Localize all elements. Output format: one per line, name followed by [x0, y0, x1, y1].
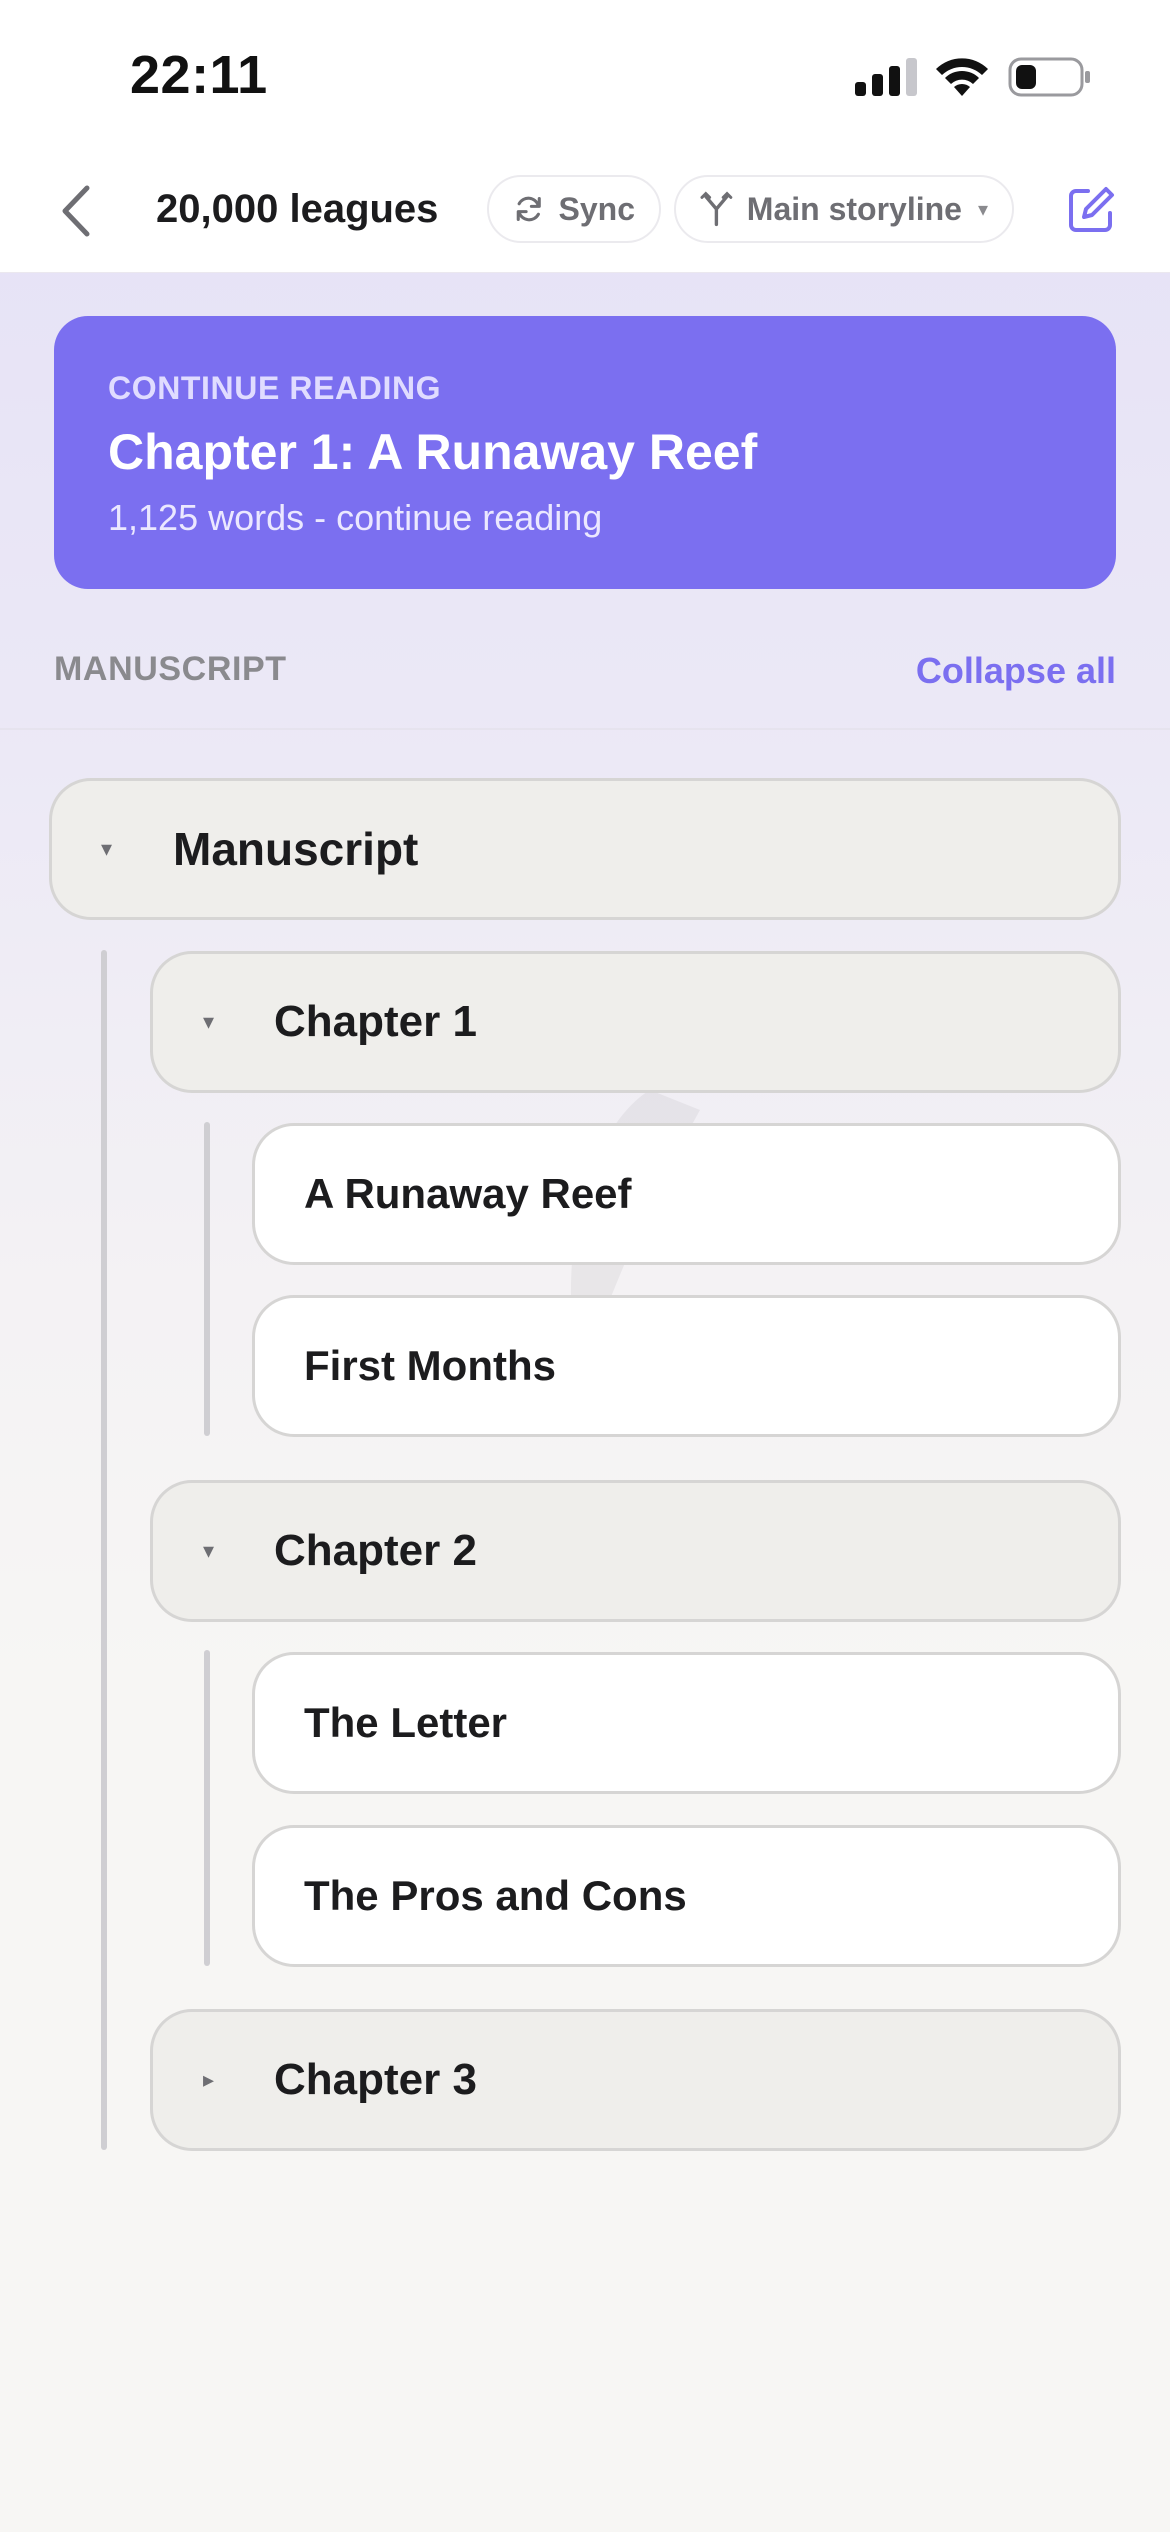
tree-row-manuscript[interactable]: ▾ Manuscript: [49, 778, 1121, 920]
sync-icon: [516, 196, 541, 222]
chevron-down-icon: ▾: [977, 198, 988, 221]
continue-reading-subtitle: 1,125 words - continue reading: [108, 497, 603, 538]
continue-reading-title: Chapter 1: A Runaway Reef: [108, 424, 758, 480]
section-title: MANUSCRIPT: [54, 650, 287, 688]
tree-row-label: The Letter: [304, 1699, 508, 1746]
edit-button[interactable]: [1066, 185, 1116, 235]
tree-row-chapter-1[interactable]: ▾ Chapter 1: [150, 951, 1121, 1093]
chevron-left-icon: [62, 185, 90, 237]
tree-row-label: Chapter 1: [274, 997, 477, 1046]
project-title: 20,000 leagues: [156, 187, 439, 231]
disclosure-arrow-icon[interactable]: ▾: [101, 836, 112, 862]
tree-row-label: A Runaway Reef: [304, 1170, 632, 1217]
storyline-label: Main storyline: [746, 190, 962, 227]
tree-row-label: First Months: [304, 1342, 556, 1389]
tree-row-scene[interactable]: The Letter: [252, 1652, 1121, 1794]
tree-row-label: Manuscript: [173, 823, 419, 875]
divider: [0, 728, 1170, 730]
manuscript-section-header: MANUSCRIPT Collapse all: [54, 650, 1116, 694]
tree-guide-line: [101, 950, 107, 2150]
tree-row-scene[interactable]: A Runaway Reef: [252, 1123, 1121, 1265]
tree-row-label: Chapter 3: [274, 2055, 477, 2104]
disclosure-arrow-icon[interactable]: ▾: [203, 1009, 214, 1035]
storyline-selector[interactable]: Main storyline ▾: [674, 175, 1014, 243]
tree-row-chapter-3[interactable]: ▸ Chapter 3: [150, 2009, 1121, 2151]
status-time: 22:11: [130, 45, 268, 105]
battery-icon: [1008, 57, 1090, 97]
continue-reading-label: CONTINUE READING: [108, 370, 442, 406]
sync-label: Sync: [558, 190, 635, 227]
disclosure-arrow-icon[interactable]: ▾: [203, 1538, 214, 1564]
app-screen: 22:11 20,000 leagues Sync Main storyline…: [0, 0, 1170, 2532]
tree-row-scene[interactable]: First Months: [252, 1295, 1121, 1437]
tree-row-chapter-2[interactable]: ▾ Chapter 2: [150, 1480, 1121, 1622]
tree-row-scene[interactable]: The Pros and Cons: [252, 1825, 1121, 1967]
tree-row-label: Chapter 2: [274, 1526, 477, 1575]
continue-reading-card[interactable]: CONTINUE READING Chapter 1: A Runaway Re…: [54, 316, 1116, 589]
wifi-icon: [936, 58, 988, 96]
navigation-bar: 20,000 leagues Sync Main storyline ▾: [0, 155, 1170, 273]
tree-guide-line: [204, 1122, 210, 1436]
disclosure-arrow-icon[interactable]: ▸: [203, 2067, 214, 2093]
collapse-all-button[interactable]: Collapse all: [916, 650, 1116, 692]
compose-icon: [1069, 187, 1114, 232]
tree-row-label: The Pros and Cons: [304, 1872, 687, 1919]
back-button[interactable]: [46, 179, 106, 243]
tree-guide-line: [204, 1650, 210, 1966]
status-bar: 22:11: [0, 0, 1170, 155]
sync-button[interactable]: Sync: [487, 175, 661, 243]
cellular-signal-icon: [855, 58, 917, 96]
branch-icon: [700, 191, 733, 227]
